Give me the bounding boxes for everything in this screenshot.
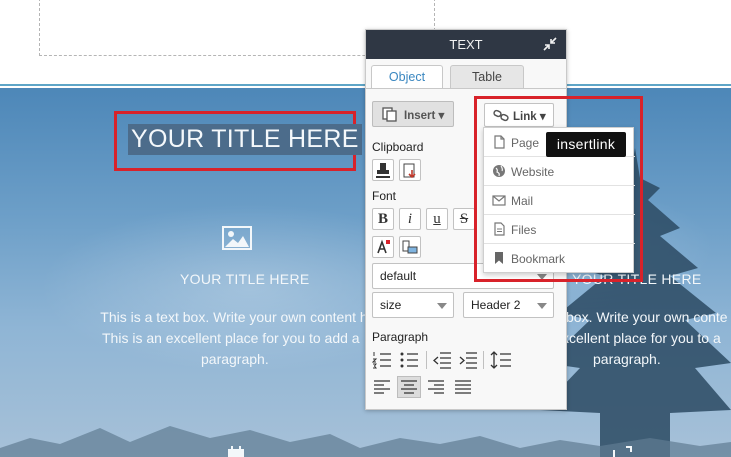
align-justify-icon[interactable] xyxy=(453,377,473,397)
share-icon xyxy=(613,446,632,457)
ordered-list-icon[interactable] xyxy=(372,350,392,370)
panel-header: TEXT xyxy=(366,30,566,59)
chevron-down-icon xyxy=(437,303,447,309)
tab-table[interactable]: Table xyxy=(450,65,524,89)
align-center-button[interactable] xyxy=(397,376,421,398)
clipboard-label: Clipboard xyxy=(372,140,424,154)
chevron-down-icon xyxy=(537,303,547,309)
indent-icon[interactable] xyxy=(458,350,478,370)
line-height-icon[interactable] xyxy=(490,350,512,370)
page-title[interactable]: YOUR TITLE HERE xyxy=(128,124,362,155)
tooltip: insertlink xyxy=(546,132,626,157)
align-right-icon[interactable] xyxy=(426,377,446,397)
font-family-value: default xyxy=(380,269,417,283)
underline-button[interactable]: u xyxy=(426,208,448,230)
outdent-icon[interactable] xyxy=(432,350,452,370)
font-label: Font xyxy=(372,189,397,203)
tab-divider xyxy=(366,88,566,89)
panel-title: TEXT xyxy=(449,37,483,52)
paragraph-label: Paragraph xyxy=(372,330,429,344)
align-left-icon[interactable] xyxy=(372,377,392,397)
paragraph-line: paragraph. xyxy=(201,351,269,367)
paragraph-line: paragraph. xyxy=(593,351,661,367)
column-paragraph[interactable]: box. Write your own conte xcellent place… xyxy=(566,307,731,370)
bold-button[interactable]: B xyxy=(372,208,394,230)
align-center-icon xyxy=(401,380,417,394)
highlight-button[interactable] xyxy=(399,236,421,258)
font-color-button[interactable] xyxy=(372,236,394,258)
calendar-icon xyxy=(228,446,244,457)
font-color-icon xyxy=(377,239,390,254)
tab-object[interactable]: Object xyxy=(371,65,443,89)
paste-special-button[interactable] xyxy=(399,159,421,181)
size-value: size xyxy=(380,298,402,312)
paragraph-line: xcellent place for you to a xyxy=(566,330,721,346)
italic-button[interactable]: i xyxy=(399,208,421,230)
column-title[interactable]: YOUR TITLE HERE xyxy=(180,271,310,287)
collapse-icon[interactable] xyxy=(543,37,557,51)
paste-icon xyxy=(403,163,416,179)
size-select[interactable]: size xyxy=(372,292,454,318)
link-selection-highlight xyxy=(474,96,643,282)
paragraph-line: This is a text box. Write your own conte… xyxy=(100,309,368,325)
highlight-icon xyxy=(402,240,418,254)
heading-select[interactable]: Header 2 xyxy=(463,292,554,318)
insert-label: Insert ▾ xyxy=(404,110,445,122)
heading-value: Header 2 xyxy=(471,298,521,312)
paragraph-line: This is an excellent place for you to ad… xyxy=(102,330,360,346)
toolbar-divider xyxy=(483,351,484,369)
insert-button[interactable]: Insert ▾ xyxy=(372,101,454,127)
strikethrough-button[interactable]: S xyxy=(453,208,475,230)
image-icon[interactable] xyxy=(222,226,252,250)
insert-icon xyxy=(382,107,397,122)
bullet-list-icon[interactable] xyxy=(399,350,419,370)
paragraph-line: box. Write your own conte xyxy=(566,309,728,325)
toolbar-divider xyxy=(426,351,427,369)
paste-button[interactable] xyxy=(372,159,394,181)
stamp-icon xyxy=(376,163,390,178)
column-paragraph[interactable]: This is a text box. Write your own conte… xyxy=(84,307,384,370)
